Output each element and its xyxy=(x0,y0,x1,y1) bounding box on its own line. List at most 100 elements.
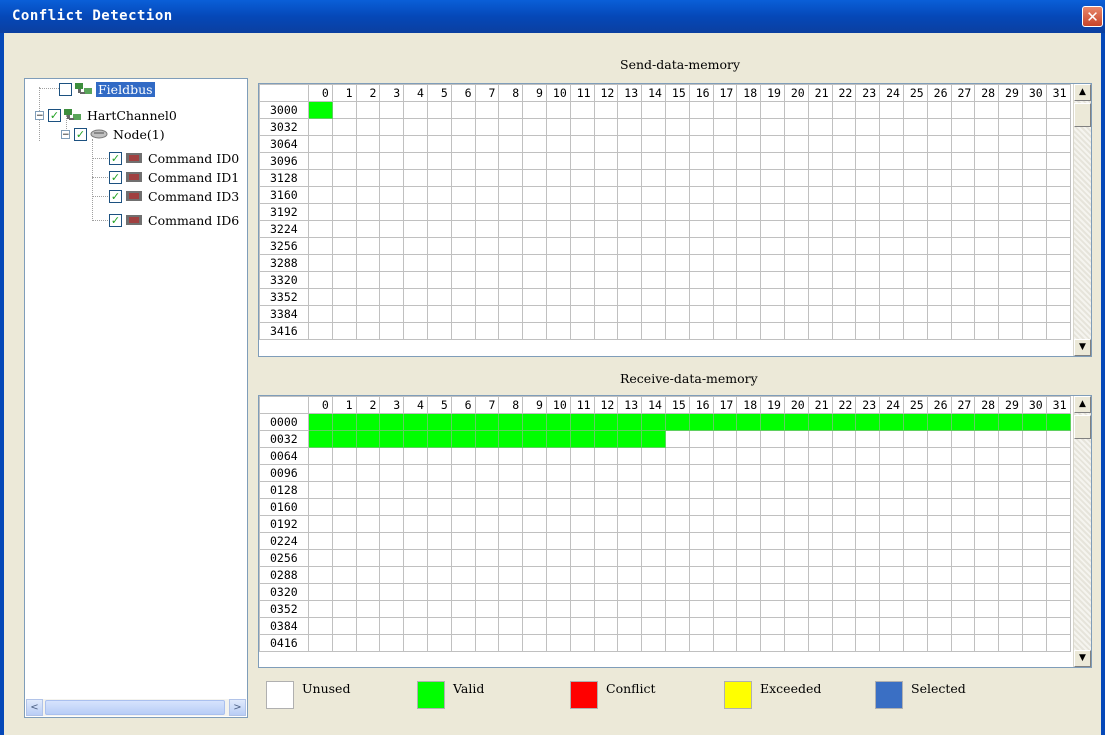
memory-cell[interactable] xyxy=(450,152,476,170)
memory-cell[interactable] xyxy=(902,464,928,482)
memory-cell[interactable] xyxy=(474,169,500,187)
memory-cell[interactable] xyxy=(379,515,405,533)
memory-cell[interactable] xyxy=(498,583,524,601)
memory-cell[interactable] xyxy=(926,532,952,550)
memory-cell[interactable] xyxy=(1021,583,1047,601)
memory-cell[interactable] xyxy=(522,101,547,119)
memory-cell[interactable] xyxy=(450,566,476,584)
memory-cell[interactable] xyxy=(831,322,857,340)
memory-cell[interactable] xyxy=(522,322,547,340)
memory-cell[interactable] xyxy=(688,135,714,153)
memory-cell[interactable] xyxy=(308,203,333,221)
memory-cell[interactable] xyxy=(950,271,976,289)
memory-cell[interactable] xyxy=(807,600,833,618)
memory-cell[interactable] xyxy=(331,413,357,431)
memory-cell[interactable] xyxy=(593,322,619,340)
memory-cell[interactable] xyxy=(569,430,595,448)
memory-cell[interactable] xyxy=(879,583,904,601)
memory-cell[interactable] xyxy=(355,118,381,136)
memory-cell[interactable] xyxy=(783,101,809,119)
memory-cell[interactable] xyxy=(855,135,881,153)
memory-cell[interactable] xyxy=(783,464,809,482)
memory-cell[interactable] xyxy=(355,169,381,187)
memory-cell[interactable] xyxy=(902,220,928,238)
memory-cell[interactable] xyxy=(664,566,690,584)
memory-cell[interactable] xyxy=(902,203,928,221)
memory-cell[interactable] xyxy=(736,481,762,499)
memory-cell[interactable] xyxy=(664,617,690,635)
memory-cell[interactable] xyxy=(902,634,928,652)
memory-cell[interactable] xyxy=(712,498,738,516)
checkbox[interactable]: ✓ xyxy=(109,213,122,227)
memory-cell[interactable] xyxy=(831,152,857,170)
memory-cell[interactable] xyxy=(688,583,714,601)
memory-cell[interactable] xyxy=(379,464,405,482)
memory-cell[interactable] xyxy=(736,566,762,584)
memory-cell[interactable] xyxy=(974,220,1000,238)
memory-cell[interactable] xyxy=(641,169,666,187)
memory-cell[interactable] xyxy=(950,288,976,306)
memory-cell[interactable] xyxy=(403,186,428,204)
memory-cell[interactable] xyxy=(926,549,952,567)
memory-cell[interactable] xyxy=(498,271,524,289)
memory-cell[interactable] xyxy=(688,481,714,499)
memory-cell[interactable] xyxy=(902,498,928,516)
memory-cell[interactable] xyxy=(522,186,547,204)
memory-cell[interactable] xyxy=(379,169,405,187)
memory-cell[interactable] xyxy=(593,532,619,550)
memory-cell[interactable] xyxy=(879,600,904,618)
memory-cell[interactable] xyxy=(1021,430,1047,448)
memory-cell[interactable] xyxy=(569,634,595,652)
memory-cell[interactable] xyxy=(355,220,381,238)
memory-cell[interactable] xyxy=(712,583,738,601)
memory-cell[interactable] xyxy=(593,186,619,204)
memory-cell[interactable] xyxy=(331,617,357,635)
memory-cell[interactable] xyxy=(783,169,809,187)
memory-cell[interactable] xyxy=(474,288,500,306)
memory-cell[interactable] xyxy=(308,288,333,306)
memory-cell[interactable] xyxy=(950,322,976,340)
memory-cell[interactable] xyxy=(474,430,500,448)
memory-cell[interactable] xyxy=(902,186,928,204)
memory-cell[interactable] xyxy=(593,271,619,289)
memory-cell[interactable] xyxy=(569,305,595,323)
memory-cell[interactable] xyxy=(855,566,881,584)
memory-cell[interactable] xyxy=(522,254,547,272)
memory-cell[interactable] xyxy=(1021,447,1047,465)
memory-cell[interactable] xyxy=(712,464,738,482)
memory-cell[interactable] xyxy=(450,549,476,567)
memory-cell[interactable] xyxy=(950,532,976,550)
memory-cell[interactable] xyxy=(974,135,1000,153)
memory-cell[interactable] xyxy=(926,254,952,272)
memory-cell[interactable] xyxy=(926,186,952,204)
memory-cell[interactable] xyxy=(736,118,762,136)
memory-cell[interactable] xyxy=(760,152,785,170)
memory-cell[interactable] xyxy=(308,464,333,482)
memory-cell[interactable] xyxy=(1021,305,1047,323)
memory-cell[interactable] xyxy=(617,305,643,323)
memory-cell[interactable] xyxy=(831,515,857,533)
memory-cell[interactable] xyxy=(974,271,1000,289)
memory-cell[interactable] xyxy=(736,203,762,221)
memory-cell[interactable] xyxy=(736,498,762,516)
memory-cell[interactable] xyxy=(522,566,547,584)
memory-cell[interactable] xyxy=(688,600,714,618)
memory-cell[interactable] xyxy=(331,288,357,306)
memory-cell[interactable] xyxy=(450,169,476,187)
memory-cell[interactable] xyxy=(712,515,738,533)
memory-cell[interactable] xyxy=(569,135,595,153)
memory-cell[interactable] xyxy=(855,515,881,533)
memory-cell[interactable] xyxy=(450,237,476,255)
memory-cell[interactable] xyxy=(950,237,976,255)
memory-cell[interactable] xyxy=(426,498,452,516)
memory-cell[interactable] xyxy=(569,322,595,340)
memory-cell[interactable] xyxy=(783,413,809,431)
memory-cell[interactable] xyxy=(426,447,452,465)
memory-cell[interactable] xyxy=(522,583,547,601)
memory-cell[interactable] xyxy=(379,600,405,618)
memory-cell[interactable] xyxy=(426,288,452,306)
memory-cell[interactable] xyxy=(403,583,428,601)
memory-cell[interactable] xyxy=(736,430,762,448)
memory-cell[interactable] xyxy=(641,322,666,340)
memory-cell[interactable] xyxy=(593,430,619,448)
